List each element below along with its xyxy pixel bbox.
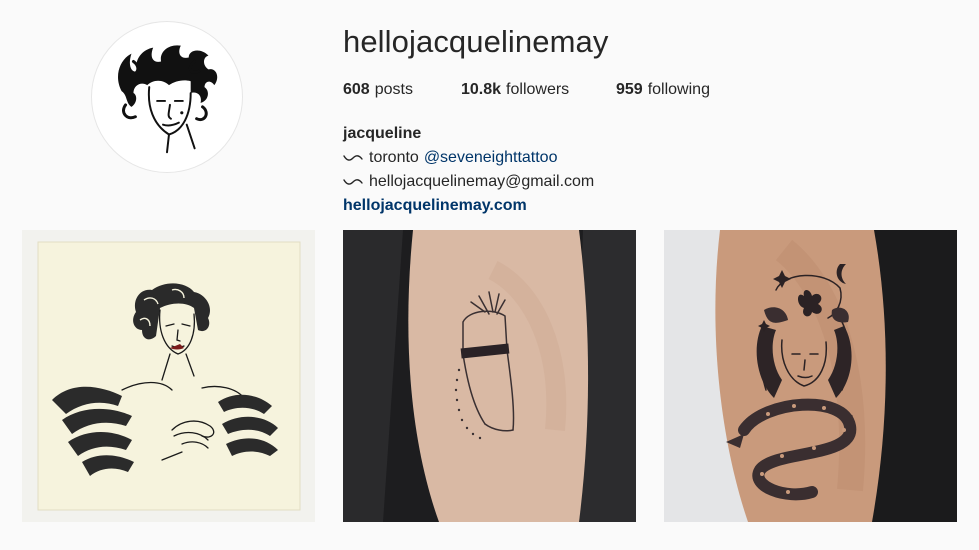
profile-username[interactable]: hellojacquelinemay <box>343 24 608 60</box>
bio-location-text: toronto <box>369 149 419 166</box>
following-count: 959 <box>616 81 643 98</box>
bio-website-link[interactable]: hellojacquelinemay.com <box>343 194 594 218</box>
arm-tattoo-woman-hat-icon <box>343 230 636 522</box>
profile-avatar[interactable] <box>91 21 243 173</box>
post-thumbnail-1[interactable] <box>22 230 315 522</box>
profile-stats: 608 posts 10.8k followers 959 following <box>343 81 710 99</box>
bio-line-location: toronto @seveneighttattoo <box>343 146 594 170</box>
following-stat[interactable]: 959 following <box>616 81 710 99</box>
followers-count: 10.8k <box>461 81 502 98</box>
woman-portrait-illustration-icon <box>118 45 218 154</box>
followers-stat[interactable]: 10.8k followers <box>461 81 616 99</box>
posts-stat[interactable]: 608 posts <box>343 81 461 99</box>
post-thumbnail-3[interactable] <box>664 230 957 522</box>
posts-label: posts <box>374 81 413 98</box>
post-thumbnail-2[interactable] <box>343 230 636 522</box>
posts-count: 608 <box>343 81 370 98</box>
bio-name: jacqueline <box>343 125 422 142</box>
flapper-woman-drawing-icon <box>22 230 315 522</box>
arm-tattoo-woman-snake-icon <box>664 230 957 522</box>
wave-icon <box>343 177 363 187</box>
followers-label: followers <box>506 81 570 98</box>
bio-line-email: hellojacquelinemay@gmail.com <box>343 170 594 194</box>
wave-icon <box>343 153 363 163</box>
bio-mention-link[interactable]: @seveneighttattoo <box>424 146 558 170</box>
profile-bio: jacqueline toronto @seveneighttattoo hel… <box>343 122 594 218</box>
bio-email-text: hellojacquelinemay@gmail.com <box>369 173 595 190</box>
following-label: following <box>647 81 710 98</box>
